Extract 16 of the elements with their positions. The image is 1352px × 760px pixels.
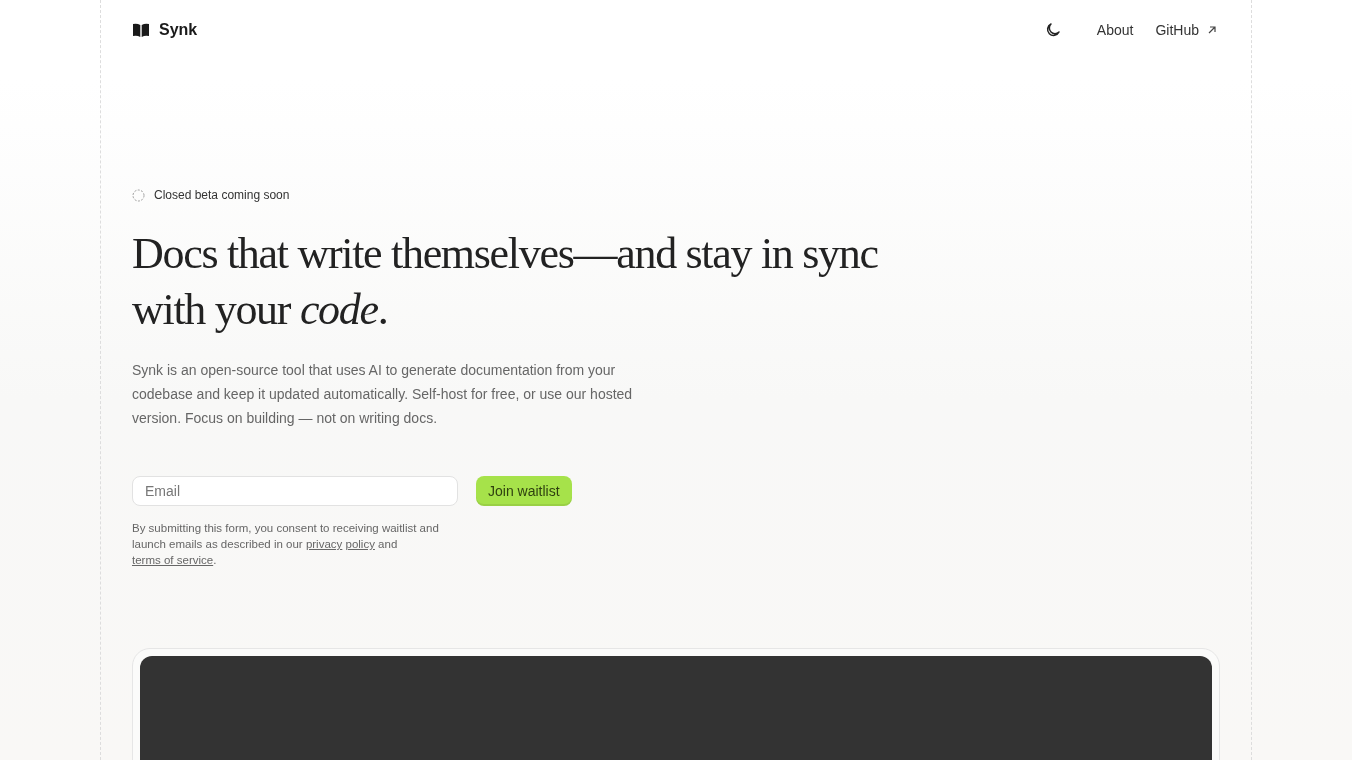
dashed-circle-icon — [132, 188, 145, 202]
email-field[interactable]: Email — [132, 476, 458, 506]
description: Synk is an open-source tool that uses AI to generate documentation from your codebase and keep it updated automatically. Self-host for free, or use our hosted version. Focus on building — not on writing docs. — [132, 361, 634, 428]
nav-link[interactable]: GitHub — [1155, 22, 1199, 38]
book-icon — [132, 22, 150, 38]
consent-link[interactable]: terms of service — [132, 554, 214, 566]
brand-name: Synk — [159, 21, 198, 39]
headline: Docs that write themselves—and stay in sync with your code. — [132, 228, 879, 336]
nav-link[interactable]: About — [1096, 22, 1134, 38]
external-arrow-icon — [1207, 25, 1217, 35]
theme-toggle-icon[interactable] — [1044, 22, 1061, 38]
join-waitlist-button[interactable]: Join waitlist — [476, 476, 572, 506]
consent-link[interactable]: policy — [345, 538, 375, 550]
consent-link[interactable]: privacy — [305, 538, 343, 550]
consent-text: By submitting this form, you consent to receiving waitlist and launch emails as described in our privacy policy and terms of service. — [132, 521, 440, 568]
beta-badge-text: Closed beta coming soon — [154, 188, 290, 202]
